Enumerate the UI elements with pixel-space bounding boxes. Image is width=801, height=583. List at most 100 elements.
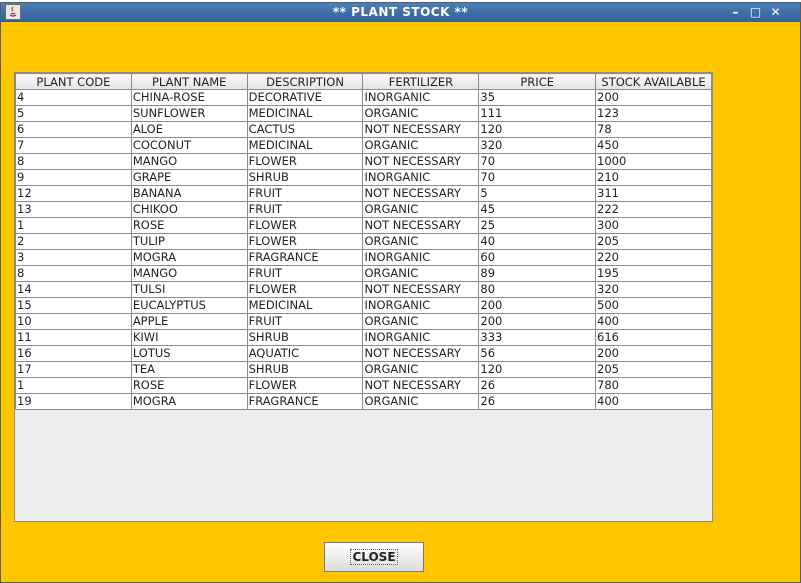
table-cell[interactable]: INORGANIC: [362, 297, 480, 314]
maximize-icon[interactable]: □: [747, 4, 764, 20]
table-cell[interactable]: 2: [15, 233, 132, 250]
table-cell[interactable]: 14: [15, 281, 132, 298]
table-cell[interactable]: 1000: [595, 153, 712, 170]
table-cell[interactable]: CACTUS: [246, 121, 364, 138]
table-cell[interactable]: ORGANIC: [362, 265, 480, 282]
table-cell[interactable]: 56: [478, 345, 597, 362]
table-cell[interactable]: 400: [595, 393, 712, 410]
table-cell[interactable]: NOT NECESSARY: [362, 345, 480, 362]
table-row[interactable]: 7 COCONUT MEDICINAL ORGANIC 320 450: [15, 137, 712, 154]
table-cell[interactable]: 500: [595, 297, 712, 314]
table-cell[interactable]: 7: [15, 137, 132, 154]
table-cell[interactable]: KIWI: [130, 329, 248, 346]
table-cell[interactable]: 13: [15, 201, 132, 218]
table-cell[interactable]: NOT NECESSARY: [362, 217, 480, 234]
table-cell[interactable]: AQUATIC: [246, 345, 364, 362]
table-row[interactable]: 12 BANANA FRUIT NOT NECESSARY 5 311: [15, 185, 712, 202]
close-button[interactable]: CLOSE: [324, 542, 424, 572]
table-cell[interactable]: 17: [15, 361, 132, 378]
table-cell[interactable]: GRAPE: [130, 169, 248, 186]
table-cell[interactable]: INORGANIC: [362, 169, 480, 186]
table-cell[interactable]: COCONUT: [130, 137, 248, 154]
table-cell[interactable]: ORGANIC: [362, 233, 480, 250]
table-cell[interactable]: 300: [595, 217, 712, 234]
table-cell[interactable]: 320: [595, 281, 712, 298]
table-cell[interactable]: 311: [595, 185, 712, 202]
table-cell[interactable]: 6: [15, 121, 132, 138]
table-cell[interactable]: INORGANIC: [362, 249, 480, 266]
table-cell[interactable]: ORGANIC: [362, 313, 480, 330]
table-row[interactable]: 14 TULSI FLOWER NOT NECESSARY 80 320: [15, 281, 712, 298]
table-cell[interactable]: 4: [15, 89, 132, 106]
table-cell[interactable]: 205: [595, 233, 712, 250]
table-row[interactable]: 3 MOGRA FRAGRANCE INORGANIC 60 220: [15, 249, 712, 266]
table-cell[interactable]: 5: [478, 185, 597, 202]
table-cell[interactable]: 78: [595, 121, 712, 138]
table-cell[interactable]: ORGANIC: [362, 105, 480, 122]
table-cell[interactable]: 35: [478, 89, 597, 106]
table-cell[interactable]: CHIKOO: [130, 201, 248, 218]
table-cell[interactable]: 1: [15, 217, 132, 234]
table-cell[interactable]: LOTUS: [130, 345, 248, 362]
table-cell[interactable]: TEA: [130, 361, 248, 378]
column-header-description[interactable]: DESCRIPTION: [246, 73, 364, 90]
table-row[interactable]: 2 TULIP FLOWER ORGANIC 40 205: [15, 233, 712, 250]
table-cell[interactable]: 12: [15, 185, 132, 202]
table-cell[interactable]: INORGANIC: [362, 89, 480, 106]
table-cell[interactable]: 320: [478, 137, 597, 154]
table-cell[interactable]: MEDICINAL: [246, 297, 364, 314]
table-cell[interactable]: 780: [595, 377, 712, 394]
table-cell[interactable]: 616: [595, 329, 712, 346]
table-cell[interactable]: 450: [595, 137, 712, 154]
table-cell[interactable]: 8: [15, 265, 132, 282]
table-cell[interactable]: MOGRA: [130, 249, 248, 266]
table-cell[interactable]: FRUIT: [246, 201, 364, 218]
table-cell[interactable]: APPLE: [130, 313, 248, 330]
table-cell[interactable]: 70: [478, 153, 597, 170]
table-cell[interactable]: MOGRA: [130, 393, 248, 410]
table-row[interactable]: 15 EUCALYPTUS MEDICINAL INORGANIC 200 500: [15, 297, 712, 314]
minimize-icon[interactable]: –: [727, 4, 744, 20]
table-cell[interactable]: 45: [478, 201, 597, 218]
table-cell[interactable]: FLOWER: [246, 217, 364, 234]
column-header-plant-name[interactable]: PLANT NAME: [130, 73, 248, 90]
table-cell[interactable]: ORGANIC: [362, 393, 480, 410]
table-cell[interactable]: 80: [478, 281, 597, 298]
table-cell[interactable]: 210: [595, 169, 712, 186]
table-cell[interactable]: DECORATIVE: [246, 89, 364, 106]
table-cell[interactable]: 220: [595, 249, 712, 266]
table-cell[interactable]: 5: [15, 105, 132, 122]
table-cell[interactable]: 1: [15, 377, 132, 394]
table-row[interactable]: 4 CHINA-ROSE DECORATIVE INORGANIC 35 200: [15, 89, 712, 106]
table-cell[interactable]: FRUIT: [246, 265, 364, 282]
table-cell[interactable]: 25: [478, 217, 597, 234]
table-cell[interactable]: 70: [478, 169, 597, 186]
table-cell[interactable]: FLOWER: [246, 281, 364, 298]
table-cell[interactable]: 9: [15, 169, 132, 186]
table-cell[interactable]: NOT NECESSARY: [362, 377, 480, 394]
table-cell[interactable]: EUCALYPTUS: [130, 297, 248, 314]
table-cell[interactable]: ROSE: [130, 217, 248, 234]
table-row[interactable]: 9 GRAPE SHRUB INORGANIC 70 210: [15, 169, 712, 186]
table-cell[interactable]: ORGANIC: [362, 361, 480, 378]
table-cell[interactable]: FRUIT: [246, 313, 364, 330]
table-cell[interactable]: NOT NECESSARY: [362, 281, 480, 298]
table-cell[interactable]: SHRUB: [246, 169, 364, 186]
table-row[interactable]: 16 LOTUS AQUATIC NOT NECESSARY 56 200: [15, 345, 712, 362]
table-cell[interactable]: SHRUB: [246, 329, 364, 346]
table-cell[interactable]: SUNFLOWER: [130, 105, 248, 122]
table-cell[interactable]: 19: [15, 393, 132, 410]
column-header-plant-code[interactable]: PLANT CODE: [15, 73, 132, 90]
table-row[interactable]: 19 MOGRA FRAGRANCE ORGANIC 26 400: [15, 393, 712, 410]
table-row[interactable]: 13 CHIKOO FRUIT ORGANIC 45 222: [15, 201, 712, 218]
table-cell[interactable]: 3: [15, 249, 132, 266]
table-cell[interactable]: NOT NECESSARY: [362, 121, 480, 138]
table-cell[interactable]: NOT NECESSARY: [362, 153, 480, 170]
table-cell[interactable]: 200: [478, 313, 597, 330]
table-cell[interactable]: 205: [595, 361, 712, 378]
table-cell[interactable]: 26: [478, 393, 597, 410]
table-cell[interactable]: 111: [478, 105, 597, 122]
table-cell[interactable]: TULSI: [130, 281, 248, 298]
table-cell[interactable]: FRUIT: [246, 185, 364, 202]
table-cell[interactable]: MEDICINAL: [246, 137, 364, 154]
